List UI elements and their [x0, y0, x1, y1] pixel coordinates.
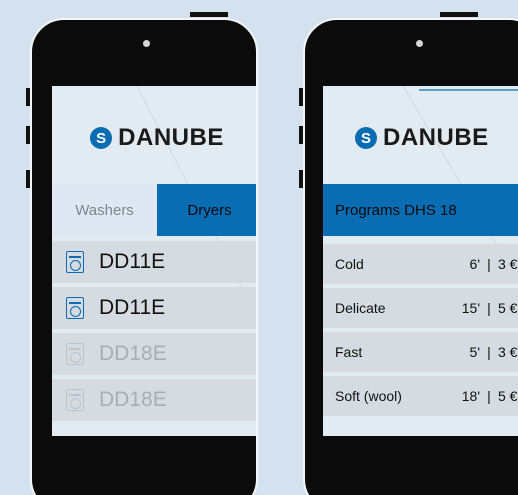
- program-time: 18': [461, 388, 480, 404]
- machine-label: DD11E: [99, 250, 166, 273]
- program-separator: |: [487, 344, 491, 360]
- program-row[interactable]: Cold 6' | 3 €: [323, 244, 518, 284]
- program-row[interactable]: Delicate 15' | 5 €: [323, 288, 518, 328]
- machine-item[interactable]: DD11E: [52, 241, 256, 283]
- machine-type-tabs: Washers Dryers: [52, 184, 256, 236]
- program-time: 15': [461, 300, 480, 316]
- program-name: Fast: [335, 344, 363, 360]
- washer-icon: [66, 251, 84, 273]
- danube-logo-icon: S: [355, 127, 377, 149]
- program-price: 3 €: [498, 256, 518, 272]
- app-screen-programs: S DANUBE Programs DHS 18 Cold 6' | 3 € D…: [323, 86, 518, 436]
- brand-logo: S DANUBE: [323, 120, 518, 156]
- phone-power-button: [190, 12, 228, 17]
- machine-item-unavailable: DD18E: [52, 379, 256, 421]
- program-name: Soft (wool): [335, 388, 402, 404]
- brand-name: DANUBE: [383, 124, 489, 151]
- phone-washers: S DANUBE Washers Dryers DD11E DD11E DD18…: [30, 18, 258, 495]
- program-price: 5 €: [498, 388, 518, 404]
- program-list: Cold 6' | 3 € Delicate 15' | 5 € Fast 5'…: [323, 244, 518, 420]
- machine-label: DD18E: [99, 388, 167, 411]
- machine-list: DD11E DD11E DD18E DD18E: [52, 241, 256, 425]
- brand-name: DANUBE: [118, 124, 224, 151]
- washer-icon: [66, 343, 84, 365]
- programs-header: Programs DHS 18: [323, 184, 518, 236]
- tab-dryers[interactable]: Dryers: [157, 184, 256, 236]
- phone-programs: S DANUBE Programs DHS 18 Cold 6' | 3 € D…: [303, 18, 518, 495]
- danube-logo-icon: S: [90, 127, 113, 149]
- app-screen-machines: S DANUBE Washers Dryers DD11E DD11E DD18…: [52, 86, 256, 436]
- program-time: 5': [469, 344, 480, 360]
- program-separator: |: [487, 388, 491, 404]
- camera-dot: [143, 40, 150, 47]
- machine-label: DD18E: [99, 342, 167, 365]
- program-name: Cold: [335, 256, 364, 272]
- program-row[interactable]: Soft (wool) 18' | 5 €: [323, 376, 518, 416]
- washer-icon: [66, 389, 84, 411]
- program-separator: |: [487, 256, 491, 272]
- brand-logo: S DANUBE: [52, 120, 256, 156]
- program-row[interactable]: Fast 5' | 3 €: [323, 332, 518, 372]
- program-price: 5 €: [498, 300, 518, 316]
- machine-label: DD11E: [99, 296, 166, 319]
- program-name: Delicate: [335, 300, 386, 316]
- camera-dot: [416, 40, 423, 47]
- phone-power-button: [440, 12, 478, 17]
- machine-item[interactable]: DD11E: [52, 287, 256, 329]
- washer-icon: [66, 297, 84, 319]
- tab-washers[interactable]: Washers: [52, 184, 157, 236]
- program-price: 3 €: [498, 344, 518, 360]
- program-time: 6': [469, 256, 480, 272]
- program-separator: |: [487, 300, 491, 316]
- machine-item-unavailable: DD18E: [52, 333, 256, 375]
